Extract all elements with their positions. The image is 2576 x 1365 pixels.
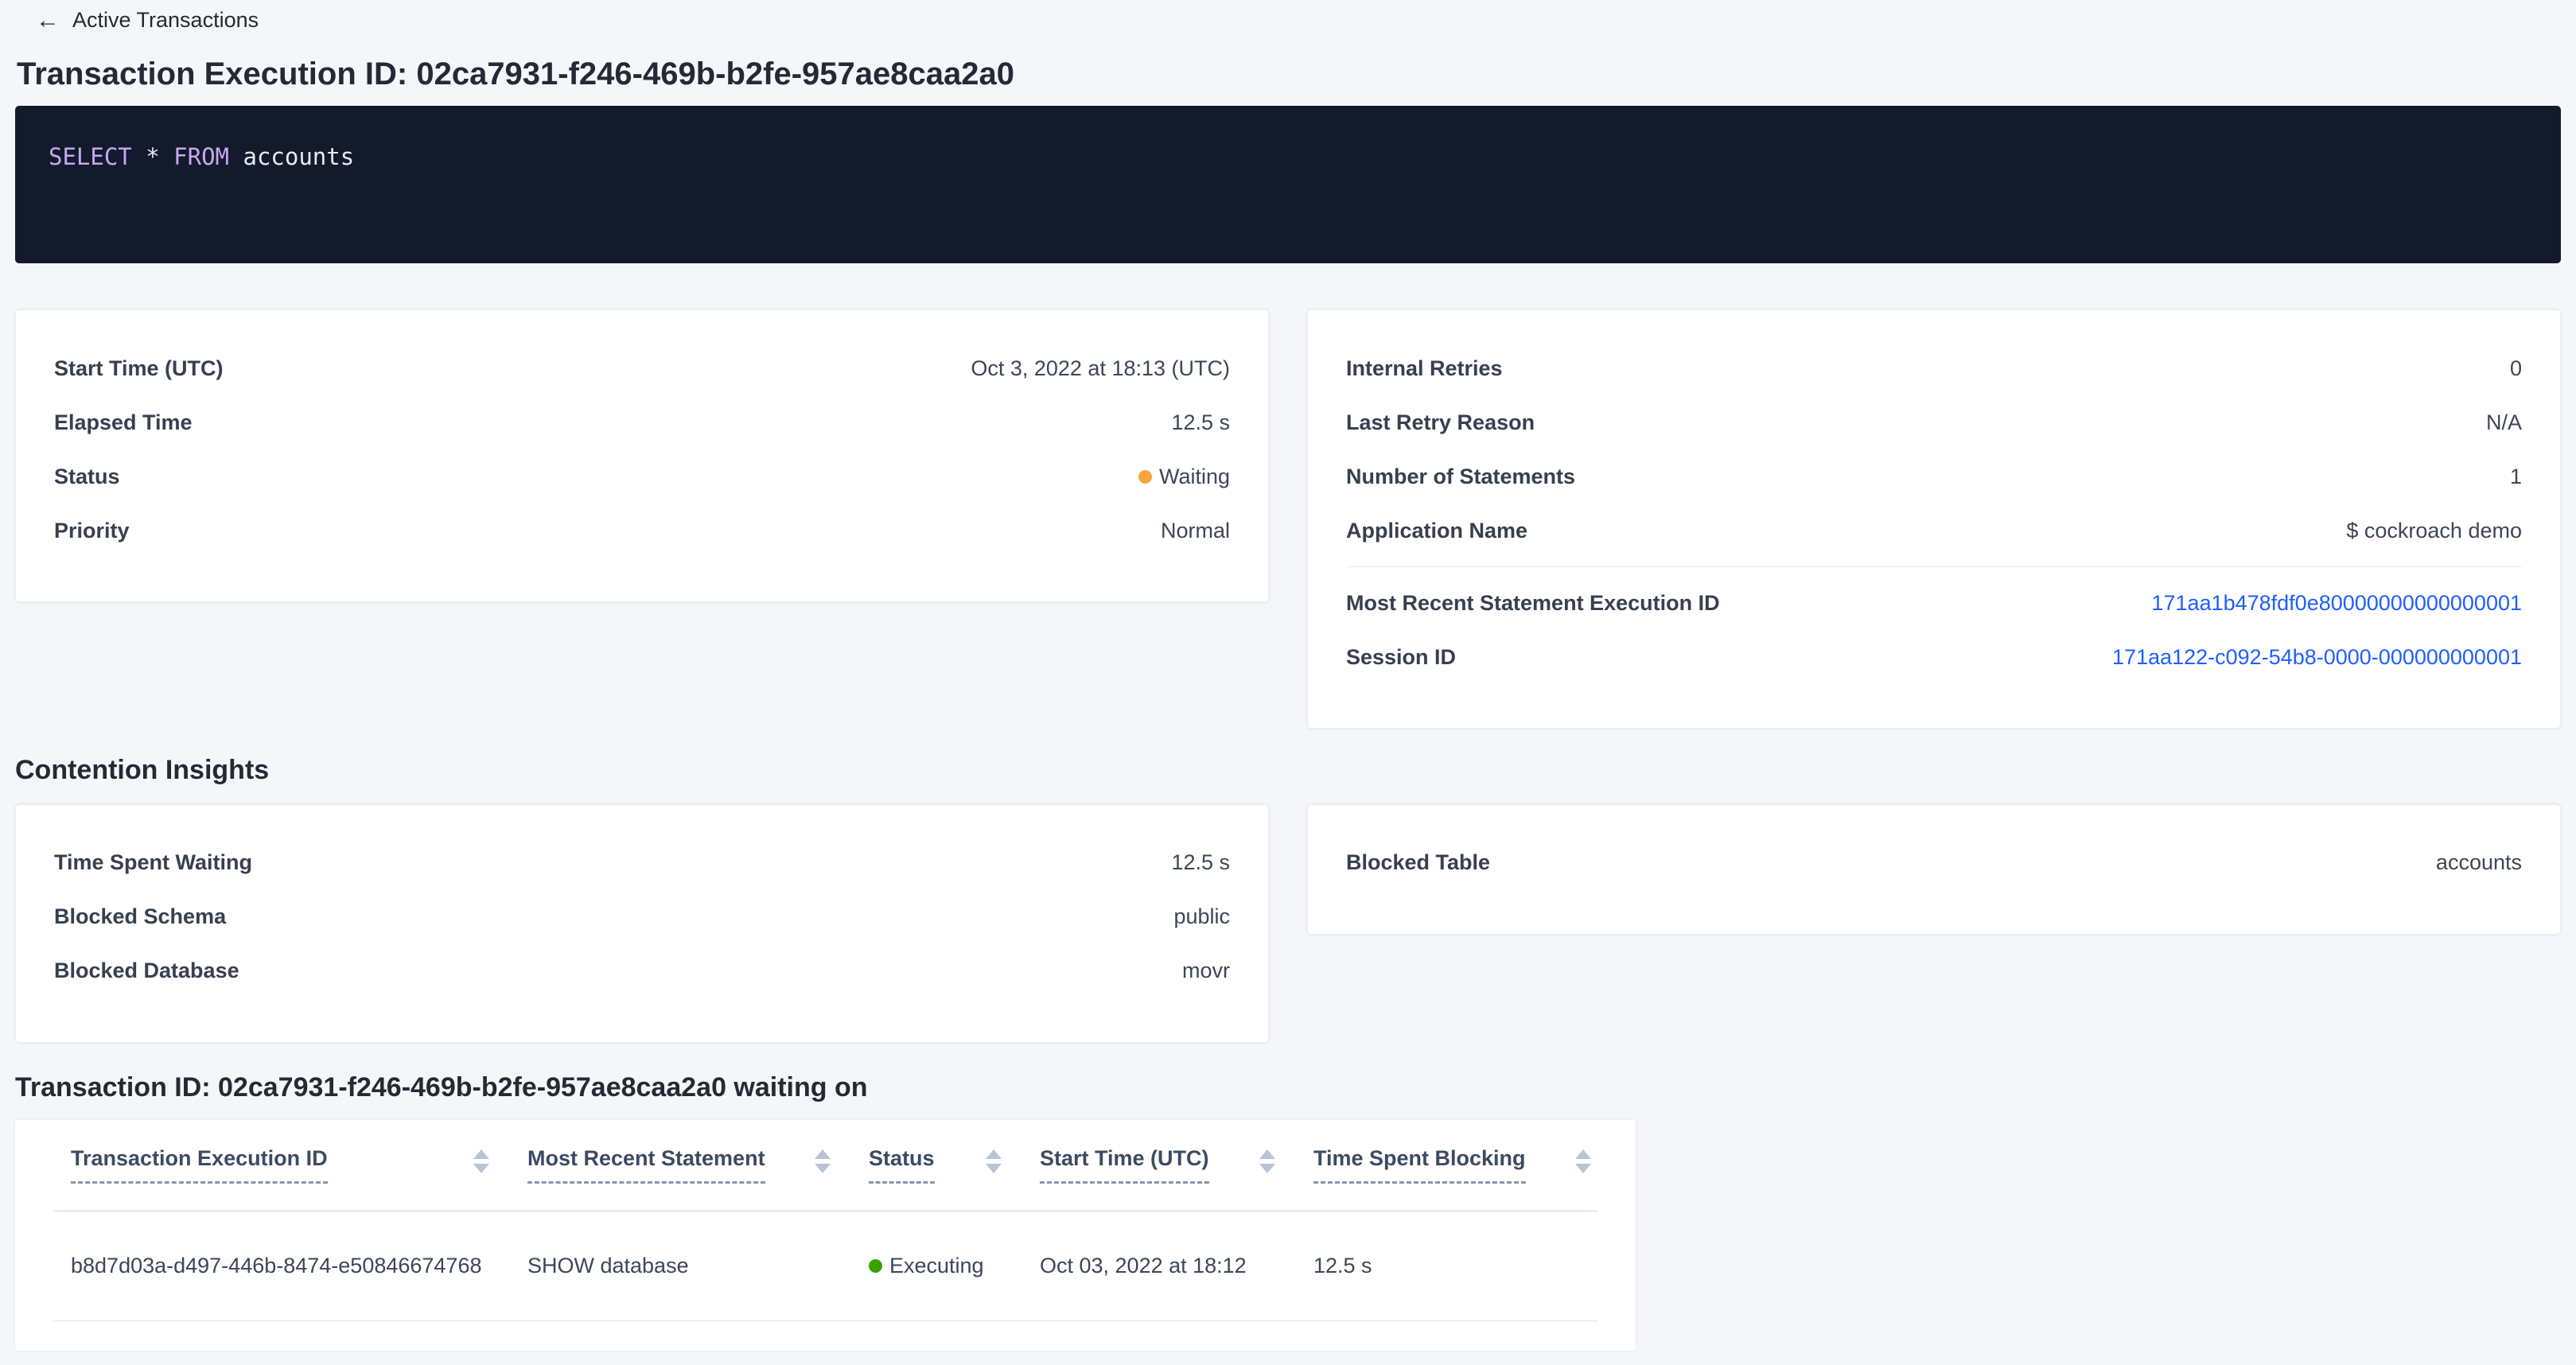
sql-star: * xyxy=(146,143,159,170)
elapsed-time-label: Elapsed Time xyxy=(54,410,193,435)
elapsed-time-row: Elapsed Time 12.5 s xyxy=(54,395,1230,449)
priority-label: Priority xyxy=(54,519,130,543)
start-time-row: Start Time (UTC) Oct 3, 2022 at 18:13 (U… xyxy=(54,341,1230,395)
time-spent-waiting-value: 12.5 s xyxy=(1171,850,1230,875)
sql-statement-box: SELECT * FROM accounts xyxy=(15,106,2561,263)
status-row: Status Waiting xyxy=(54,449,1230,504)
priority-row: Priority Normal xyxy=(54,504,1230,558)
page-title: Transaction Execution ID: 02ca7931-f246-… xyxy=(17,55,2561,93)
column-header-most-recent-statement[interactable]: Most Recent Statement xyxy=(527,1146,869,1184)
last-retry-reason-row: Last Retry Reason N/A xyxy=(1346,395,2522,449)
internal-retries-value: 0 xyxy=(2510,356,2522,381)
blocked-schema-label: Blocked Schema xyxy=(54,904,226,929)
number-of-statements-row: Number of Statements 1 xyxy=(1346,449,2522,504)
column-header-label: Transaction Execution ID xyxy=(71,1146,328,1184)
session-id-row: Session ID 171aa122-c092-54b8-0000-00000… xyxy=(1346,630,2522,684)
application-name-value: $ cockroach demo xyxy=(2346,519,2522,543)
status-label: Status xyxy=(54,465,120,489)
time-spent-waiting-label: Time Spent Waiting xyxy=(54,850,252,875)
waiting-on-table-card: Transaction Execution ID Most Recent Sta… xyxy=(15,1120,1636,1351)
transaction-summary-card-left: Start Time (UTC) Oct 3, 2022 at 18:13 (U… xyxy=(15,309,1269,602)
cell-status: Executing xyxy=(869,1254,1040,1278)
sort-arrows-icon xyxy=(473,1149,489,1173)
last-retry-reason-label: Last Retry Reason xyxy=(1346,410,1535,435)
blocked-database-row: Blocked Database movr xyxy=(54,944,1230,998)
statement-execution-id-label: Most Recent Statement Execution ID xyxy=(1346,591,1720,616)
column-header-transaction-execution-id[interactable]: Transaction Execution ID xyxy=(71,1146,527,1184)
back-link-label: Active Transactions xyxy=(72,8,259,33)
start-time-value: Oct 3, 2022 at 18:13 (UTC) xyxy=(971,356,1230,381)
start-time-label: Start Time (UTC) xyxy=(54,356,224,381)
statement-execution-id-link[interactable]: 171aa1b478fdf0e80000000000000001 xyxy=(2152,591,2523,616)
session-id-link[interactable]: 171aa122-c092-54b8-0000-000000000001 xyxy=(2112,645,2522,670)
cell-time-spent-blocking: 12.5 s xyxy=(1313,1254,1597,1278)
blocked-table-label: Blocked Table xyxy=(1346,850,1490,875)
sort-arrows-icon xyxy=(986,1149,1002,1173)
cell-start-time: Oct 03, 2022 at 18:12 xyxy=(1040,1254,1313,1278)
column-header-label: Most Recent Statement xyxy=(527,1146,765,1184)
session-id-label: Session ID xyxy=(1346,645,1456,670)
executing-status-dot-icon xyxy=(869,1259,882,1273)
card-divider xyxy=(1346,566,2522,567)
waiting-status-dot-icon xyxy=(1138,470,1152,484)
contention-card-right: Blocked Table accounts xyxy=(1307,804,2561,935)
sql-keyword-from: FROM xyxy=(173,143,229,170)
number-of-statements-value: 1 xyxy=(2510,465,2522,489)
contention-card-left: Time Spent Waiting 12.5 s Blocked Schema… xyxy=(15,804,1269,1043)
application-name-row: Application Name $ cockroach demo xyxy=(1346,504,2522,558)
blocked-table-row: Blocked Table accounts xyxy=(1346,836,2522,890)
internal-retries-label: Internal Retries xyxy=(1346,356,1503,381)
blocked-schema-row: Blocked Schema public xyxy=(54,890,1230,944)
status-text: Executing xyxy=(889,1254,984,1278)
status-text: Waiting xyxy=(1159,465,1230,489)
application-name-label: Application Name xyxy=(1346,519,1527,543)
last-retry-reason-value: N/A xyxy=(2486,410,2522,435)
table-row: b8d7d03a-d497-446b-8474-e50846674768 SHO… xyxy=(53,1211,1597,1321)
sql-table-name: accounts xyxy=(243,143,354,170)
blocked-database-value: movr xyxy=(1182,959,1230,983)
column-header-label: Start Time (UTC) xyxy=(1040,1146,1209,1184)
column-header-label: Status xyxy=(869,1146,935,1184)
contention-cards-row: Time Spent Waiting 12.5 s Blocked Schema… xyxy=(15,804,2561,1043)
column-header-start-time[interactable]: Start Time (UTC) xyxy=(1040,1146,1313,1184)
sort-arrows-icon xyxy=(1259,1149,1275,1173)
internal-retries-row: Internal Retries 0 xyxy=(1346,341,2522,395)
status-value: Waiting xyxy=(1138,465,1230,489)
table-header-row: Transaction Execution ID Most Recent Sta… xyxy=(53,1120,1597,1211)
back-to-active-transactions-link[interactable]: ← Active Transactions xyxy=(36,8,259,33)
summary-cards-row: Start Time (UTC) Oct 3, 2022 at 18:13 (U… xyxy=(15,309,2561,729)
priority-value: Normal xyxy=(1161,519,1230,543)
table-footer-space xyxy=(53,1321,1597,1351)
elapsed-time-value: 12.5 s xyxy=(1171,410,1230,435)
statement-execution-id-row: Most Recent Statement Execution ID 171aa… xyxy=(1346,576,2522,630)
column-header-label: Time Spent Blocking xyxy=(1313,1146,1526,1184)
transaction-summary-card-right: Internal Retries 0 Last Retry Reason N/A… xyxy=(1307,309,2561,729)
column-header-status[interactable]: Status xyxy=(869,1146,1040,1184)
sql-keyword-select: SELECT xyxy=(49,143,132,170)
waiting-on-table: Transaction Execution ID Most Recent Sta… xyxy=(53,1120,1597,1351)
column-header-time-spent-blocking[interactable]: Time Spent Blocking xyxy=(1313,1146,1597,1184)
transaction-details-page: ← Active Transactions Transaction Execut… xyxy=(0,0,2576,1351)
blocked-database-label: Blocked Database xyxy=(54,959,239,983)
contention-insights-heading: Contention Insights xyxy=(15,754,2561,787)
cell-most-recent-statement: SHOW database xyxy=(527,1254,869,1278)
blocked-table-value: accounts xyxy=(2436,850,2522,875)
time-spent-waiting-row: Time Spent Waiting 12.5 s xyxy=(54,836,1230,890)
number-of-statements-label: Number of Statements xyxy=(1346,465,1575,489)
waiting-on-heading: Transaction ID: 02ca7931-f246-469b-b2fe-… xyxy=(15,1071,2561,1104)
back-arrow-icon: ← xyxy=(36,9,60,33)
cell-transaction-execution-id: b8d7d03a-d497-446b-8474-e50846674768 xyxy=(71,1254,527,1278)
sort-arrows-icon xyxy=(1575,1149,1591,1173)
blocked-schema-value: public xyxy=(1173,904,1230,929)
sort-arrows-icon xyxy=(815,1149,831,1173)
